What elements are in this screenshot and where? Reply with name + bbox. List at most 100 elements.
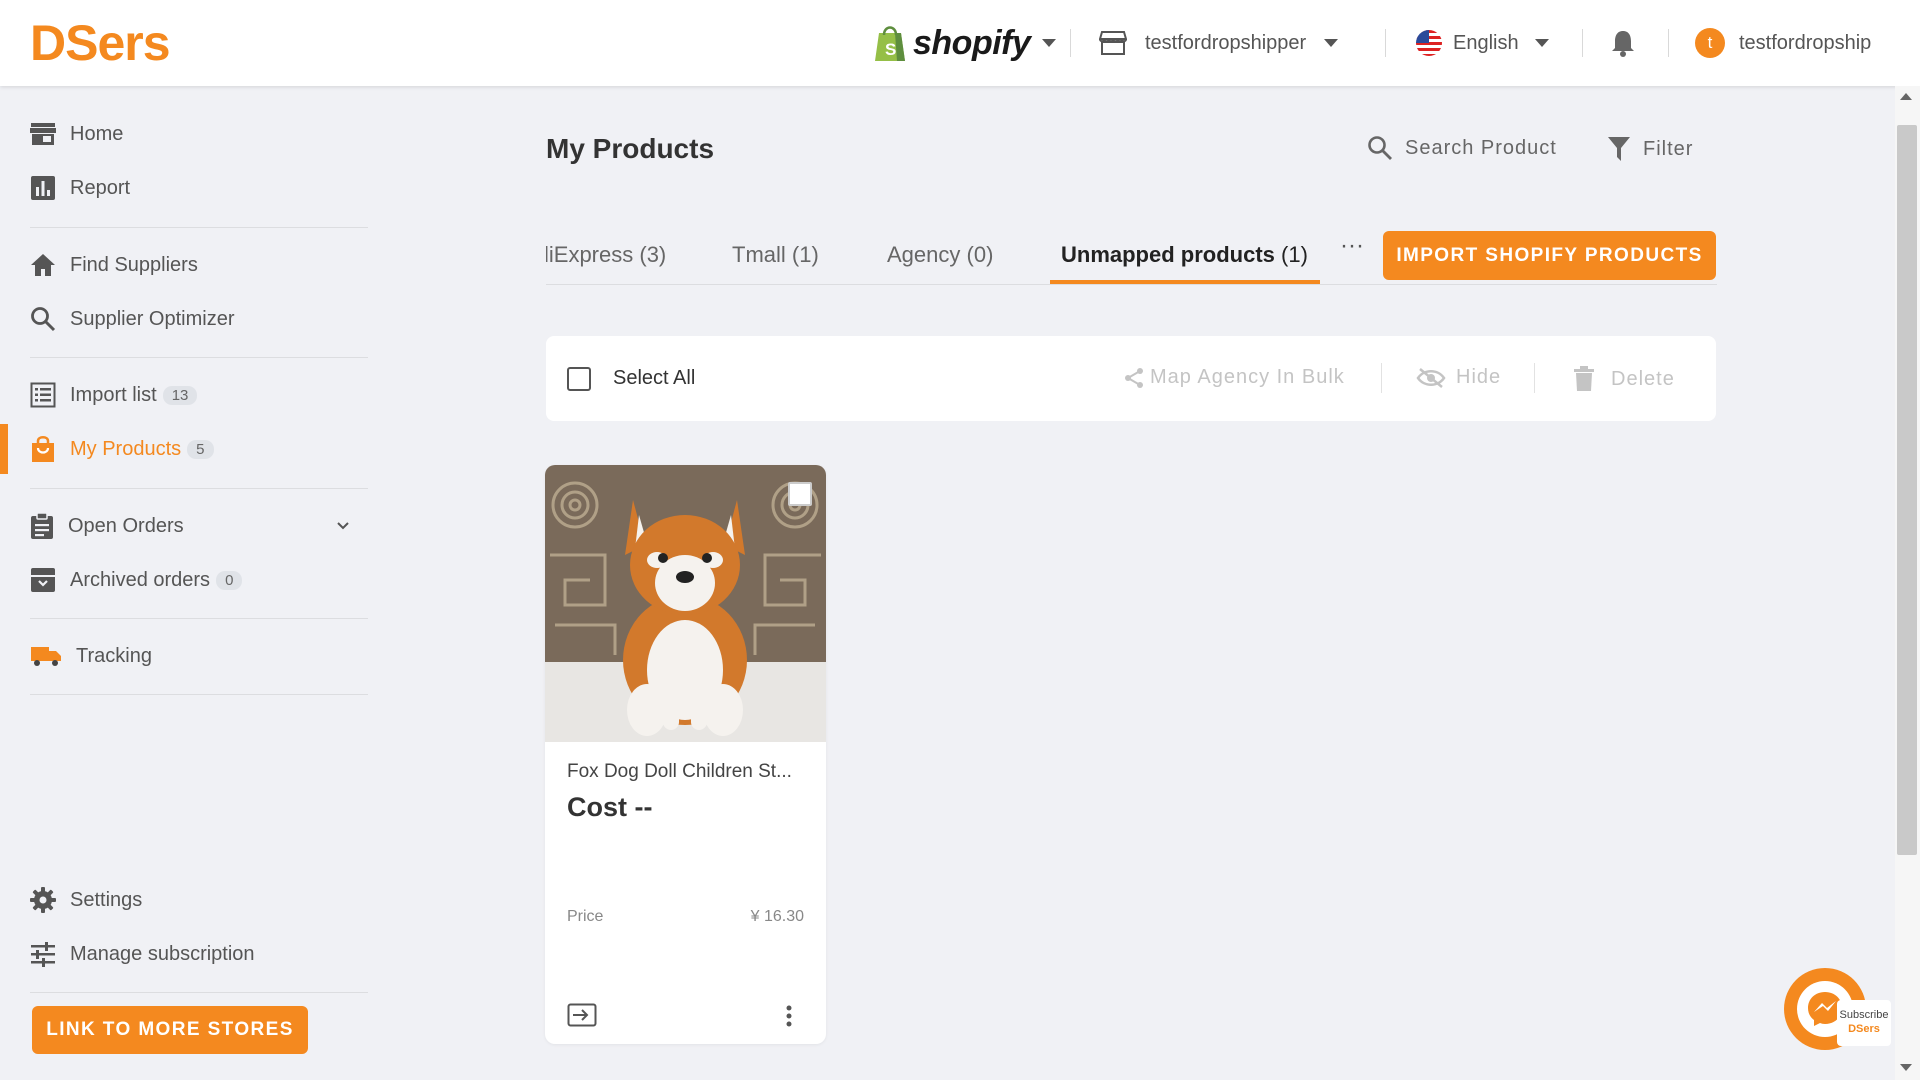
sidebar-item-label: Open Orders [68,514,184,537]
gear-icon [30,887,56,913]
hide-button[interactable]: Hide [1416,366,1501,389]
chevron-down-icon [1042,39,1057,47]
more-options-icon[interactable] [785,1005,793,1032]
sidebar-item-label: Supplier Optimizer [70,307,235,330]
sidebar-item-open-orders[interactable]: Open Orders [30,506,358,546]
sidebar-item-label: Report [70,176,131,199]
store-name: testfordropshipper [1145,31,1307,54]
trash-icon [1574,366,1594,391]
language-label: English [1453,31,1519,54]
divider [1668,29,1669,57]
avatar: t [1695,28,1725,58]
sidebar-item-archived-orders[interactable]: Archived orders 0 [30,560,243,600]
divider [30,618,368,619]
price-label: Price [567,908,604,925]
shopping-bag-icon [32,436,54,462]
scroll-up-arrow-icon[interactable] [1900,93,1912,100]
language-selector[interactable]: English [1415,24,1549,62]
chevron-down-icon [337,522,349,530]
sidebar-item-label: Find Suppliers [70,253,198,276]
archive-box-icon [31,568,55,592]
share-nodes-icon [1125,367,1143,388]
sidebar-item-tracking[interactable]: Tracking [30,636,152,676]
search-product-button[interactable]: Search Product [1367,135,1557,161]
select-all-checkbox[interactable] [567,367,591,391]
product-price: ¥ 16.30 [750,908,804,925]
filter-icon [1608,137,1630,161]
page-title: My Products [546,133,715,164]
count-badge: 13 [162,385,198,405]
tab-agency[interactable]: Agency (0) [887,242,993,268]
divider [30,227,368,228]
sidebar-item-supplier-optimizer[interactable]: Supplier Optimizer [30,299,235,339]
chevron-down-icon [1324,39,1339,47]
bar-chart-icon [31,176,55,200]
sidebar-item-report[interactable]: Report [30,168,130,208]
user-name: testfordropship [1739,31,1872,54]
clipboard-icon [31,512,53,539]
sidebar-item-import-list[interactable]: Import list 13 [30,375,198,415]
active-tab-underline [1050,280,1320,284]
map-agency-bulk-button[interactable]: Map Agency In Bulk [1124,366,1345,389]
storefront-icon [30,123,56,145]
sidebar-item-label: Home [70,122,124,145]
delete-button[interactable]: Delete [1573,366,1675,392]
sidebar-item-manage-subscription[interactable]: Manage subscription [30,934,255,974]
divider [1381,363,1382,393]
product-image[interactable] [545,465,826,742]
shopify-bag-icon: S [875,26,905,61]
sidebar-item-label: Manage subscription [70,942,255,965]
scroll-down-arrow-icon[interactable] [1900,1064,1912,1071]
link-more-stores-button[interactable]: LINK TO MORE STORES [32,1006,308,1054]
divider [30,488,368,489]
scrollbar-thumb[interactable] [1897,125,1917,855]
user-menu[interactable]: t testfordropship [1695,24,1871,62]
divider [1385,29,1386,57]
store-selector[interactable]: testfordropshipper [1099,24,1339,62]
sliders-icon [31,942,55,967]
search-icon [1368,136,1392,160]
house-icon [31,254,55,276]
eye-off-icon [1416,367,1446,388]
count-badge: 0 [216,570,243,590]
sidebar-item-my-products[interactable]: My Products 5 [30,429,214,469]
divider [1582,29,1583,57]
search-icon [31,307,56,332]
more-tabs-button[interactable]: ··· [1340,232,1364,260]
filter-button[interactable]: Filter [1607,135,1693,163]
sidebar-item-home[interactable]: Home [30,114,123,154]
filter-label: Filter [1643,137,1694,160]
top-bar: DSers S shopify testfordropshipper Engli… [0,0,1920,86]
truck-icon [31,647,61,666]
sidebar-item-settings[interactable]: Settings [30,880,142,920]
active-indicator [0,424,8,474]
sidebar-item-find-suppliers[interactable]: Find Suppliers [30,245,198,285]
dsers-logo[interactable]: DSers [30,14,171,72]
sidebar-item-label: Import list [70,383,157,406]
sidebar-item-label: My Products [70,437,182,460]
tab-unmapped-products[interactable]: Unmapped products (1) [1061,242,1308,268]
divider [30,694,368,695]
svg-text:S: S [885,40,896,59]
product-card[interactable]: Fox Dog Doll Children St... Cost -- Pric… [545,465,826,1044]
divider [1070,29,1071,57]
platform-name: shopify [913,23,1031,62]
divider [1534,363,1535,393]
chevron-down-icon [1534,39,1549,47]
list-icon [30,382,56,408]
product-cost: Cost -- [567,792,653,822]
search-label: Search Product [1405,136,1557,159]
product-name[interactable]: Fox Dog Doll Children St... [567,761,792,783]
import-shopify-products-button[interactable]: IMPORT SHOPIFY PRODUCTS [1383,231,1716,280]
sidebar-item-label: Settings [70,888,143,911]
tab-aliexpress[interactable]: liExpress (3) [546,242,666,268]
product-checkbox[interactable] [788,482,812,506]
map-product-icon[interactable] [567,1003,597,1032]
tab-tmall[interactable]: Tmall (1) [732,242,819,268]
bell-icon[interactable] [1610,29,1636,62]
subscribe-badge[interactable]: Subscribe DSers [1837,1000,1891,1046]
select-all-label: Select All [613,367,696,389]
platform-selector[interactable]: S shopify [873,20,1057,66]
sidebar-item-label: Archived orders [70,568,211,591]
store-icon [1099,31,1127,55]
